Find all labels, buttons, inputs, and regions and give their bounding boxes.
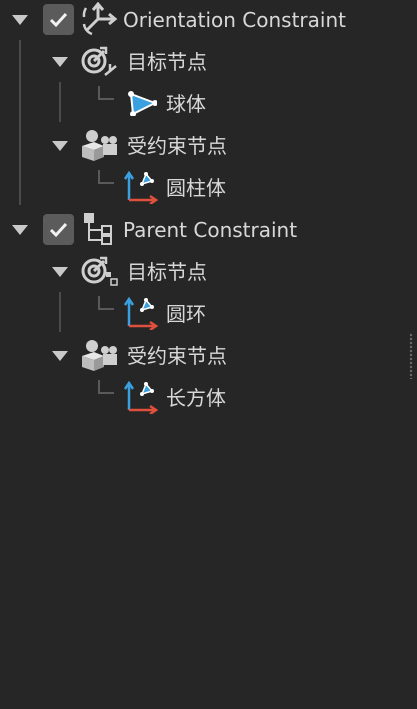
expand-arrow-icon[interactable] (52, 141, 68, 151)
constrained-node-icon (82, 130, 117, 161)
checkmark-icon (49, 222, 68, 238)
sphere-object-icon (128, 91, 157, 116)
constrained-group-label: 受约束节点 (127, 344, 227, 368)
tree-row-target-group[interactable]: 目标节点 (0, 44, 400, 80)
panel-resize-grip[interactable] (409, 333, 413, 379)
null-object-axis-icon (124, 170, 159, 204)
tree-elbow-line (98, 296, 114, 310)
constraint-tree-panel: Orientation Constraint 目标节点 球体 受约束节点 圆柱体… (0, 0, 417, 709)
tree-row-orientation-constraint[interactable]: Orientation Constraint (0, 2, 400, 38)
tree-row-parent-constraint[interactable]: Parent Constraint (0, 212, 400, 248)
tree-row-target-child[interactable]: 圆环 (0, 296, 400, 332)
constrained-node-icon (82, 340, 117, 371)
target-node-icon (81, 46, 117, 76)
expand-arrow-icon[interactable] (52, 351, 68, 361)
expand-arrow-icon[interactable] (52, 267, 68, 277)
tree-row-constrained-child[interactable]: 长方体 (0, 380, 400, 416)
checkmark-icon (49, 12, 68, 28)
target-node-icon (81, 256, 118, 286)
constraint-label: Parent Constraint (123, 218, 298, 242)
expand-arrow-icon[interactable] (12, 15, 28, 25)
tree-row-constrained-group[interactable]: 受约束节点 (0, 128, 400, 164)
object-label: 球体 (166, 92, 206, 116)
target-group-label: 目标节点 (127, 50, 207, 74)
orientation-constraint-icon (82, 2, 118, 36)
null-object-axis-icon (124, 380, 159, 414)
tree-row-target-child[interactable]: 球体 (0, 86, 400, 122)
object-label: 圆环 (166, 302, 206, 326)
constraint-label: Orientation Constraint (123, 8, 346, 32)
expand-arrow-icon[interactable] (12, 225, 28, 235)
expand-arrow-icon[interactable] (52, 57, 68, 67)
enable-checkbox[interactable] (43, 214, 74, 245)
tree-row-constrained-child[interactable]: 圆柱体 (0, 170, 400, 206)
tree-elbow-line (98, 380, 114, 394)
tree-elbow-line (98, 86, 114, 100)
tree-row-target-group[interactable]: 目标节点 (0, 254, 400, 290)
tree-elbow-line (98, 170, 114, 184)
enable-checkbox[interactable] (43, 4, 74, 35)
object-label: 圆柱体 (166, 176, 226, 200)
constrained-group-label: 受约束节点 (127, 134, 227, 158)
target-group-label: 目标节点 (127, 260, 207, 284)
parent-constraint-icon (84, 213, 112, 245)
null-object-axis-icon (124, 296, 159, 330)
object-label: 长方体 (166, 386, 226, 410)
tree-row-constrained-group[interactable]: 受约束节点 (0, 338, 400, 374)
